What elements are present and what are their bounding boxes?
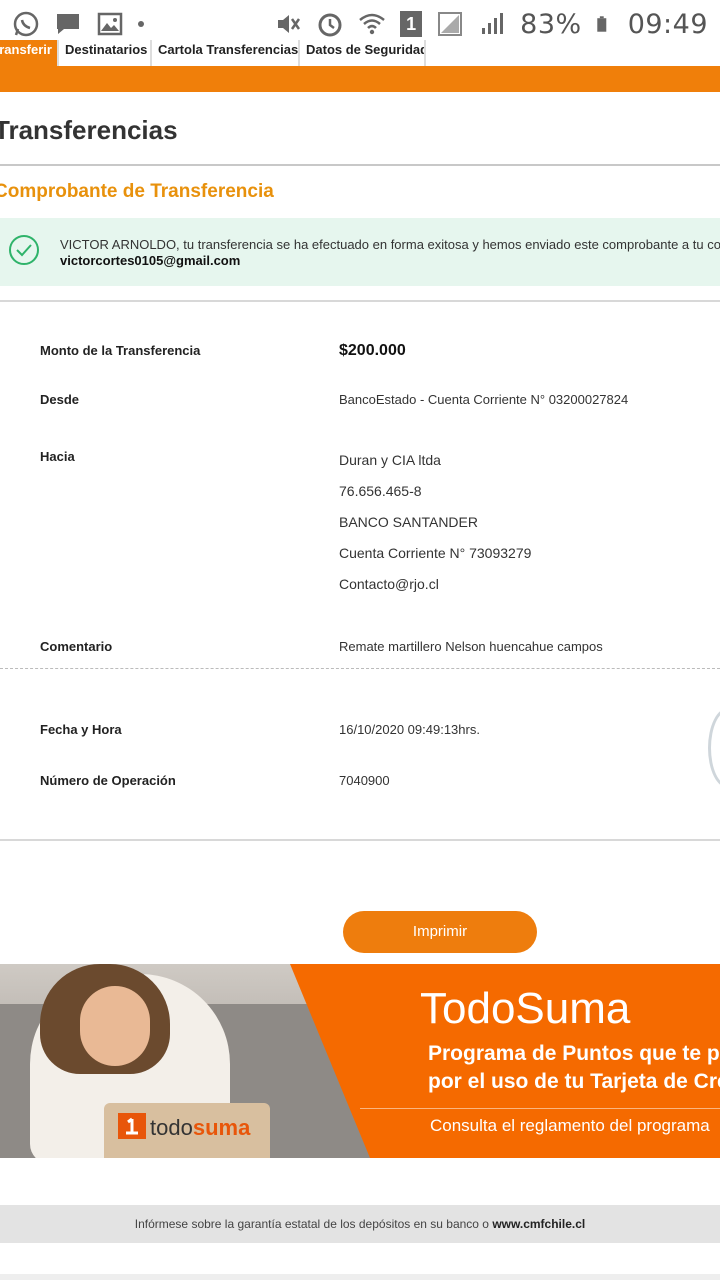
banner-face-shape (80, 986, 150, 1066)
banner-divider (360, 1108, 720, 1109)
mute-icon (278, 15, 301, 33)
comentario-value: Remate martillero Nelson huencahue campo… (339, 639, 603, 654)
alarm-icon (318, 13, 342, 37)
banner-line-1: Programa de Puntos que te premia (428, 1042, 720, 1065)
banner-line-2: por el uso de tu Tarjeta de Crédito (428, 1070, 720, 1093)
footer: Infórmese sobre la garantía estatal de l… (0, 1205, 720, 1243)
hacia-bank: BANCO SANTANDER (339, 514, 478, 530)
status-right: 1 83% 09:49 (274, 9, 708, 40)
desde-value: BancoEstado - Cuenta Corriente N° 032000… (339, 392, 629, 407)
tab-bar: Transferir Destinatarios Cartola Transfe… (0, 40, 720, 68)
banner-line-3: Consulta el reglamento del programa (430, 1116, 710, 1135)
todosuma-banner[interactable]: todosuma TodoSuma Programa de Puntos que… (0, 964, 720, 1158)
comentario-label: Comentario (40, 639, 113, 654)
footer-text: Infórmese sobre la garantía estatal de l… (134, 1217, 493, 1231)
status-left (12, 10, 144, 38)
sim-icon: 1 (400, 11, 423, 37)
tab-cartola-transferencias[interactable]: Cartola Transferencias (152, 40, 300, 68)
chat-icon (57, 14, 79, 34)
tab-destinatarios[interactable]: Destinatarios (59, 40, 152, 68)
monto-value: $200.000 (339, 342, 406, 359)
banner-laptop: todosuma (104, 1103, 270, 1158)
section-title: Comprobante de Transferencia (0, 181, 274, 202)
bottom-edge (0, 1274, 720, 1280)
hacia-account: Cuenta Corriente N° 73093279 (339, 545, 532, 561)
success-alert: VICTOR ARNOLDO, tu transferencia se ha e… (0, 218, 720, 286)
header-bar (0, 66, 720, 92)
divider (0, 164, 720, 166)
fecha-label: Fecha y Hora (40, 722, 122, 737)
hacia-name: Duran y CIA ltda (339, 452, 441, 468)
page-title: Transferencias (0, 115, 178, 145)
hacia-rut: 76.656.465-8 (339, 483, 422, 499)
print-button[interactable]: Imprimir (343, 911, 537, 953)
operacion-label: Número de Operación (40, 773, 176, 788)
logo-part-todo: todo (150, 1115, 193, 1140)
divider-dotted (0, 668, 720, 669)
scroll-indicator (708, 708, 720, 788)
image-icon (97, 12, 123, 36)
operacion-value: 7040900 (339, 773, 390, 788)
divider (0, 300, 720, 302)
signal-bars-icon (482, 13, 504, 34)
tab-datos-seguridad[interactable]: Datos de Seguridad (300, 40, 426, 68)
todosuma-logo-text: todosuma (150, 1115, 250, 1141)
wifi-icon (359, 13, 385, 35)
tab-transferir[interactable]: Transferir (0, 40, 59, 68)
desde-label: Desde (40, 392, 80, 407)
todosuma-logo-icon (118, 1113, 146, 1139)
battery-percent: 83% (520, 8, 582, 40)
success-email: victorcortes0105@gmail.com (60, 253, 241, 268)
divider (0, 839, 720, 841)
signal-icon (438, 12, 463, 36)
logo-part-suma: suma (192, 1115, 251, 1140)
fecha-value: 16/10/2020 09:49:13hrs. (339, 722, 480, 737)
banner-title: TodoSuma (420, 984, 631, 1033)
whatsapp-icon (13, 11, 39, 37)
hacia-label: Hacia (40, 449, 75, 464)
footer-link[interactable]: www.cmfchile.cl (492, 1217, 585, 1231)
success-message: VICTOR ARNOLDO, tu transferencia se ha e… (60, 237, 720, 252)
monto-label: Monto de la Transferencia (40, 343, 201, 358)
check-circle-icon (9, 235, 39, 265)
battery-icon (596, 16, 606, 32)
notification-dot-icon (138, 21, 144, 27)
clock: 09:49 (627, 8, 708, 40)
hacia-email: Contacto@rjo.cl (339, 576, 439, 592)
